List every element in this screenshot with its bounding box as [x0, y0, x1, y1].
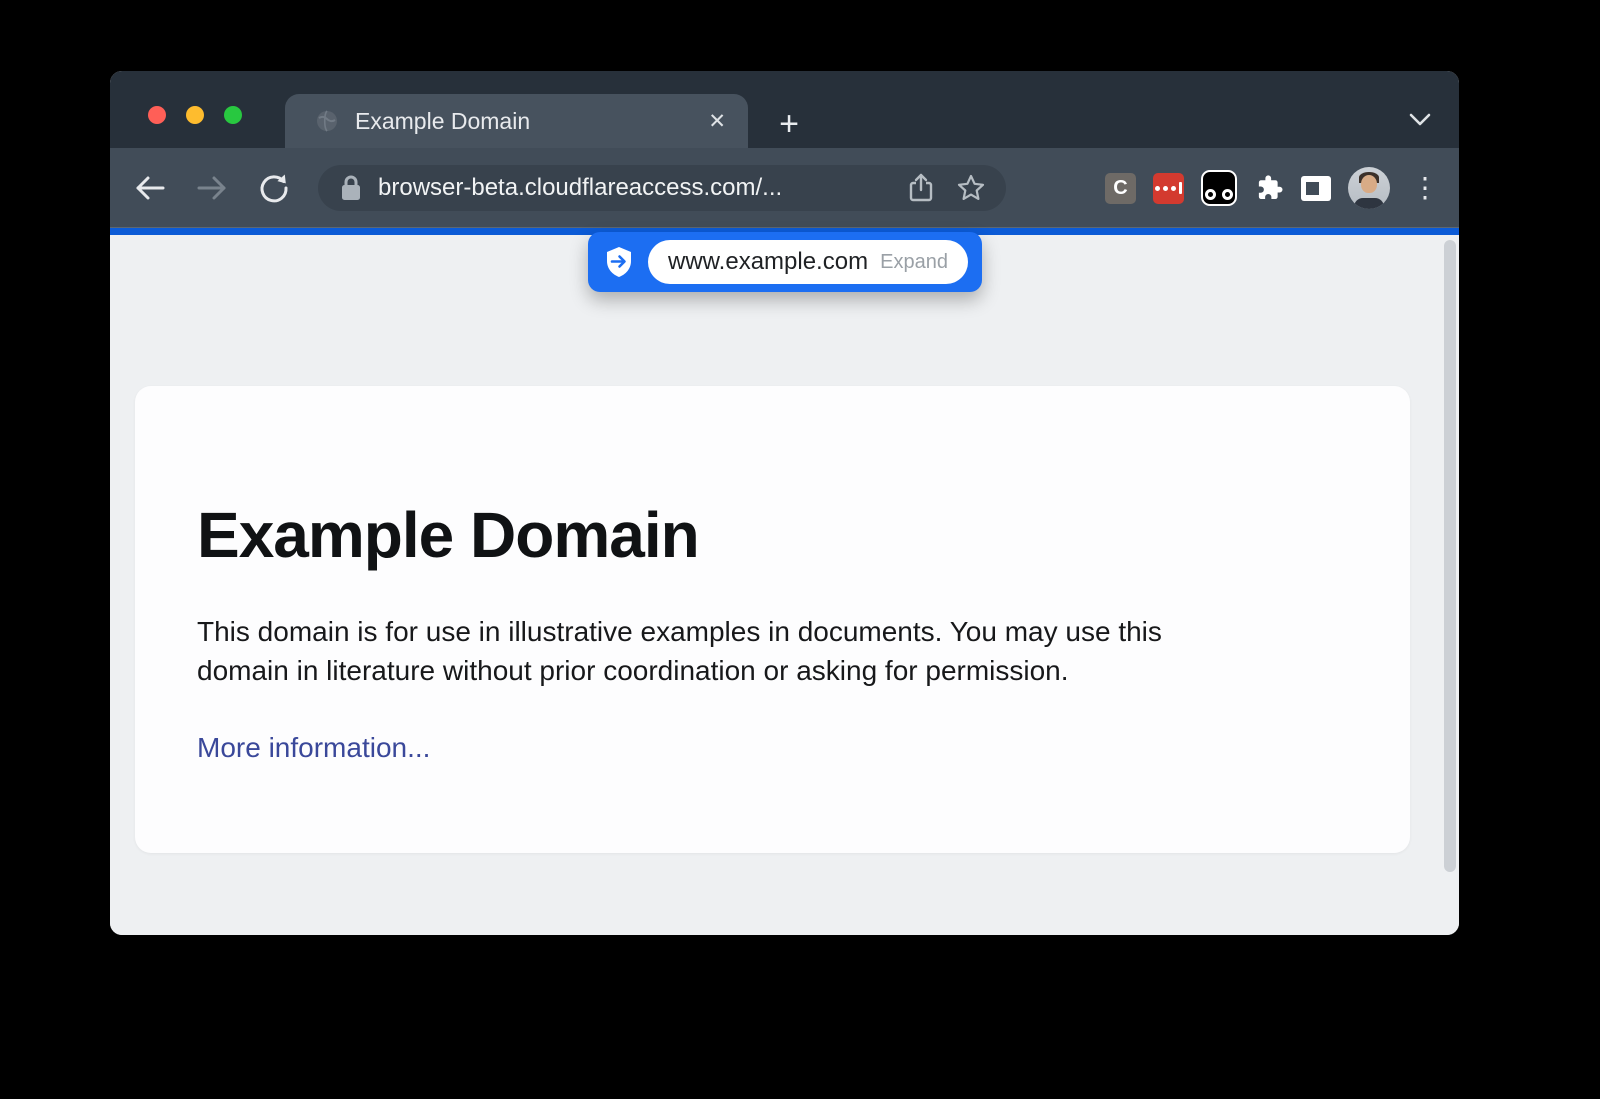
bookmark-star-icon[interactable] [956, 173, 986, 203]
tab-close-icon[interactable]: ✕ [708, 111, 726, 132]
lastpass-extension-icon[interactable] [1153, 173, 1184, 204]
content-card: Example Domain This domain is for use in… [135, 386, 1410, 853]
url-text: browser-beta.cloudflareaccess.com/... [378, 174, 908, 202]
tab-example-domain[interactable]: Example Domain ✕ [285, 94, 748, 148]
shield-arrow-icon [604, 245, 634, 279]
lock-icon [340, 174, 362, 202]
tab-search-chevron-icon[interactable] [1409, 113, 1431, 126]
fullscreen-window-button[interactable] [224, 106, 242, 124]
popup-domain-text: www.example.com [668, 248, 880, 276]
reload-button[interactable] [256, 170, 292, 206]
tab-title: Example Domain [355, 108, 708, 135]
expand-button[interactable]: Expand [880, 251, 948, 274]
close-window-button[interactable] [148, 106, 166, 124]
window-controls [148, 106, 242, 124]
page-content: www.example.com Expand Example Domain Th… [110, 235, 1459, 935]
forward-button[interactable] [194, 170, 230, 206]
toolbar: browser-beta.cloudflareaccess.com/... [110, 148, 1459, 228]
share-icon[interactable] [908, 172, 934, 204]
extensions-puzzle-icon[interactable] [1254, 173, 1284, 203]
browser-window: Example Domain ✕ + [110, 71, 1459, 935]
domain-pill[interactable]: www.example.com Expand [648, 240, 968, 284]
side-panel-icon[interactable] [1301, 176, 1331, 201]
browser-menu-icon[interactable]: ⋮ [1407, 174, 1443, 202]
globe-icon [315, 109, 339, 133]
profile-avatar[interactable] [1348, 167, 1390, 209]
address-bar[interactable]: browser-beta.cloudflareaccess.com/... [318, 165, 1006, 211]
goggles-extension-icon[interactable] [1201, 170, 1237, 206]
more-information-link[interactable]: More information... [197, 732, 430, 764]
minimize-window-button[interactable] [186, 106, 204, 124]
new-tab-button[interactable]: + [770, 105, 808, 143]
back-button[interactable] [132, 170, 168, 206]
extension-c-icon[interactable]: C [1105, 173, 1136, 204]
extensions-area: C ⋮ [1105, 167, 1443, 209]
page-paragraph: This domain is for use in illustrative e… [197, 612, 1348, 690]
page-heading: Example Domain [197, 498, 1348, 572]
isolation-domain-popup: www.example.com Expand [588, 232, 982, 292]
scrollbar[interactable] [1444, 240, 1456, 872]
tab-strip: Example Domain ✕ + [110, 71, 1459, 148]
